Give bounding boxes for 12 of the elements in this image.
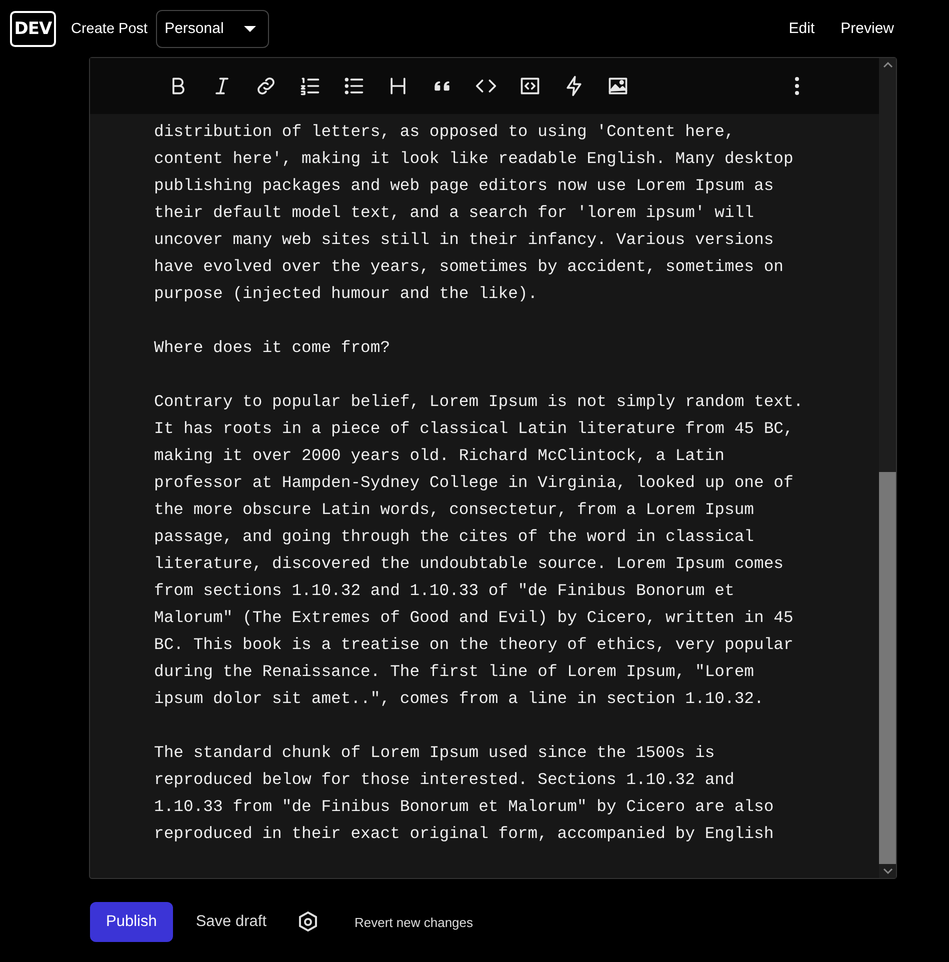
publish-button[interactable]: Publish <box>90 902 173 942</box>
body-paragraph: Contrary to popular belief, Lorem Ipsum is not simply random text. It has roots in a piece of classical Latin literature from 45 BC, making it over 2000 years old. Richard McClintock, a Latin professor at Hampden-Sydney College in Virginia, looked up one of the more obscure Latin words, consectetur, from a Lorem Ipsum passage, and going through the cites of the word in classical literature, discovered the undoubtable source. Lorem Ipsum comes from sections 1.10.32 and 1.10.33 of "de Finibus Bonorum et Malorum" (The Extremes of Good and Evil) by Cicero, written in 45 BC. This book is a treatise on the theory of ethics, very popular during the Renaissance. The first line of Lorem Ipsum, "Lorem ipsum dolor sit amet..", comes from a line in section 1.10.32. <box>154 391 804 710</box>
dev-logo[interactable]: DEV <box>10 10 56 46</box>
save-draft-button[interactable]: Save draft <box>186 905 276 939</box>
body-paragraph: Where does it come from? <box>154 337 392 359</box>
organization-select[interactable]: Personal <box>156 10 269 48</box>
revert-changes-button[interactable]: Revert new changes <box>346 906 482 938</box>
mode-tab[interactable]: Edit <box>780 14 824 43</box>
mode-tab[interactable]: Preview <box>832 14 903 43</box>
page-title: Create Post <box>71 20 148 36</box>
body-paragraph: The standard chunk of Lorem Ipsum used since the 1500s is reproduced below for those interested. Sections 1.10.32 and 1.10.33 from "de Finibus Bonorum et Malorum" by Cicero are also reproduced in their exact original form, accompanied by English <box>154 742 775 845</box>
body-paragraph: distribution of letters, as opposed to using 'Content here, content here', making it look like readable English. Many desktop publishing packages and web page editors now use Lorem Ipsum as their default model text, and a search for 'lorem ipsum' will uncover many web sites still in their infancy. Various versions have evolved over the years, sometimes by accident, sometimes on purpose (injected humour and the like). <box>154 121 794 305</box>
